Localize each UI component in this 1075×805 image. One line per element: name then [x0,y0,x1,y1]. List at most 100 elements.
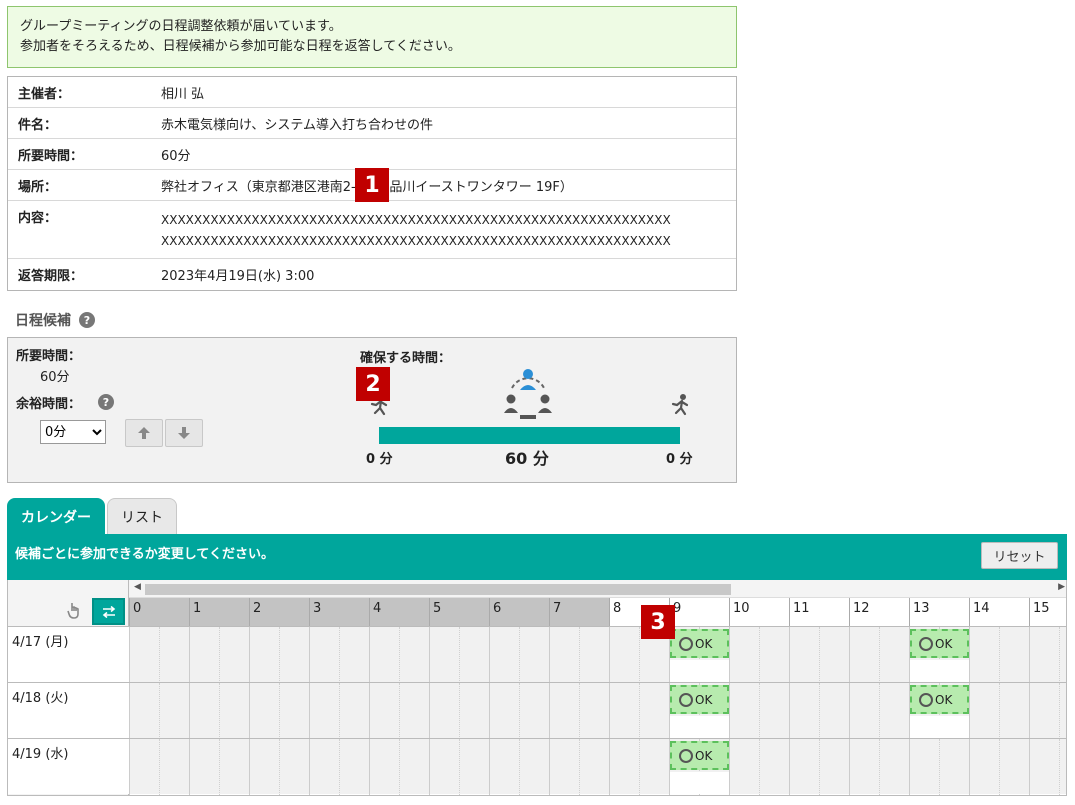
swap-axis-button[interactable] [92,598,125,625]
hour-gridline [789,739,790,795]
ok-slot[interactable]: OK [670,685,729,714]
secure-time-label: 確保する時間： [360,351,452,366]
half-hour-gridline [519,683,520,739]
ok-slot[interactable]: OK [910,629,969,658]
hour-gridline [309,683,310,739]
scroll-right-arrow-icon[interactable]: ▶ [1058,582,1065,592]
ok-slot[interactable]: OK [670,629,729,658]
hour-gridline [189,683,190,739]
hour-gridline [849,683,850,739]
half-hour-gridline [339,627,340,683]
arrow-up-button[interactable] [125,419,163,447]
ok-label: OK [695,748,713,763]
subject-row: 件名： 赤木電気様向け、システム導入打ち合わせの件 [8,108,736,139]
hour-gridline [609,739,610,795]
half-hour-gridline [819,683,820,739]
subject-label: 件名： [18,117,58,133]
half-hour-gridline [219,627,220,683]
duration-label: 所要時間： [18,148,84,164]
margin-select[interactable]: 0分 [40,420,106,444]
hour-gridline [129,683,130,739]
hour-gridline [189,739,190,795]
hour-label: 10 [729,598,789,626]
help-icon[interactable]: ? [79,312,95,328]
hour-gridline [849,627,850,683]
scrollbar-thumb[interactable] [145,584,731,595]
half-hour-gridline [159,683,160,739]
half-hour-gridline [759,627,760,683]
place-value: 弊社オフィス（東京都港区港南2-16-1 品川イーストワンタワー 19F） [161,179,573,195]
place-label: 場所： [18,179,58,195]
hour-gridline [369,627,370,683]
hour-gridline [429,627,430,683]
arrow-down-icon [178,427,190,439]
tab-list[interactable]: リスト [107,498,177,535]
hour-gridline [309,739,310,795]
ok-label: OK [935,636,953,651]
calendar-grid: ◀ ▶ 0 1 2 3 4 5 6 7 8 9 10 11 12 13 14 15 4/17 (月) OK OK 4… [7,580,1067,796]
half-hour-gridline [219,683,220,739]
hour-gridline [369,683,370,739]
hour-gridline [1029,627,1030,683]
hour-label: 13 [909,598,969,626]
hour-label: 14 [969,598,1029,626]
ok-slot-lower[interactable] [670,660,729,682]
ok-slot-lower[interactable] [670,716,729,738]
ok-slot[interactable]: OK [910,685,969,714]
hour-gridline [969,627,970,683]
margin-label: 余裕時間： [16,397,82,412]
circle-ok-icon [919,636,933,651]
hour-label: 7 [549,598,609,626]
running-person-icon [671,394,689,416]
ok-slot[interactable]: OK [670,741,729,770]
hour-gridline [549,739,550,795]
meeting-minutes: 60 分 [505,449,549,468]
half-hour-gridline [519,627,520,683]
scroll-left-arrow-icon[interactable]: ◀ [134,582,141,592]
half-hour-gridline [999,683,1000,739]
margin-help-icon[interactable]: ? [98,394,114,410]
ok-slot-lower[interactable] [910,716,969,738]
day-row-grid[interactable]: OK [129,738,1066,795]
hour-label: 11 [789,598,849,626]
half-hour-gridline [879,627,880,683]
marker-3: 3 [641,605,675,639]
tab-calendar[interactable]: カレンダー [7,498,105,535]
day-label: 4/19 (水) [8,738,129,794]
view-tabs: カレンダー リスト [7,498,177,535]
half-hour-gridline [999,627,1000,683]
hour-gridline [789,683,790,739]
half-hour-gridline [459,627,460,683]
hour-gridline [1029,739,1030,795]
hour-gridline [729,683,730,739]
hour-gridline [969,739,970,795]
ok-label: OK [935,692,953,707]
content-row: 内容： XXXXXXXXXXXXXXXXXXXXXXXXXXXXXXXXXXXX… [8,201,736,259]
ok-slot-lower[interactable] [670,772,729,794]
half-hour-gridline [759,683,760,739]
hour-gridline [129,627,130,683]
hour-gridline [429,683,430,739]
ok-slot-lower[interactable] [910,660,969,682]
hour-gridline [249,739,250,795]
secured-time-bar [379,427,680,444]
before-minutes: 0 分 [366,452,393,467]
notice-box: グループミーティングの日程調整依頼が届いています。 参加者をそろえるため、日程候… [7,6,737,68]
time-settings-panel: 所要時間： 60分 余裕時間： ? 0分 確保する時間： 0 分 60 分 0 … [7,337,737,483]
horizontal-scrollbar[interactable]: ◀ ▶ [129,580,1066,598]
half-hour-gridline [759,739,760,795]
arrow-down-button[interactable] [165,419,203,447]
after-minutes: 0 分 [666,452,693,467]
hour-gridline [789,627,790,683]
organizer-row: 主催者： 相川 弘 [8,77,736,108]
day-row-grid[interactable]: OK OK [129,626,1066,683]
day-row-grid[interactable]: OK OK [129,682,1066,739]
half-hour-gridline [219,739,220,795]
instruction-message: 候補ごとに参加できるか変更してください。 [15,547,274,562]
hour-gridline [909,739,910,795]
reset-button[interactable]: リセット [981,542,1058,569]
half-hour-gridline [579,683,580,739]
hour-header: 0 1 2 3 4 5 6 7 8 9 10 11 12 13 14 15 [129,598,1066,626]
half-hour-gridline [999,739,1000,795]
hour-gridline [1029,683,1030,739]
